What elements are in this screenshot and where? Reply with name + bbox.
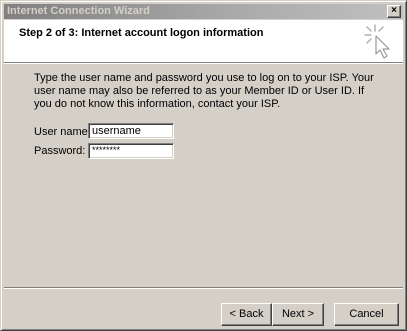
wizard-window: Internet Connection Wizard × Step 2 of 3… bbox=[0, 0, 407, 331]
password-input[interactable]: ******** bbox=[88, 143, 174, 159]
username-input[interactable]: username bbox=[88, 123, 174, 139]
title-bar[interactable]: Internet Connection Wizard × bbox=[4, 4, 403, 19]
password-label: Password: bbox=[34, 145, 86, 157]
footer-divider-highlight bbox=[4, 288, 403, 289]
username-label: User name: bbox=[34, 126, 91, 138]
wizard-sparkle-cursor-icon bbox=[364, 24, 390, 59]
window-title: Internet Connection Wizard bbox=[7, 5, 150, 17]
instructions-text: Type the user name and password you use … bbox=[34, 72, 374, 110]
next-button[interactable]: Next > bbox=[272, 303, 324, 326]
close-icon: × bbox=[391, 5, 397, 16]
step-title: Step 2 of 3: Internet account logon info… bbox=[19, 27, 264, 39]
wizard-header: Step 2 of 3: Internet account logon info… bbox=[4, 20, 403, 62]
header-divider-highlight bbox=[4, 63, 403, 64]
close-button[interactable]: × bbox=[387, 5, 401, 18]
cancel-button[interactable]: Cancel bbox=[334, 303, 399, 326]
back-button[interactable]: < Back bbox=[221, 303, 272, 326]
